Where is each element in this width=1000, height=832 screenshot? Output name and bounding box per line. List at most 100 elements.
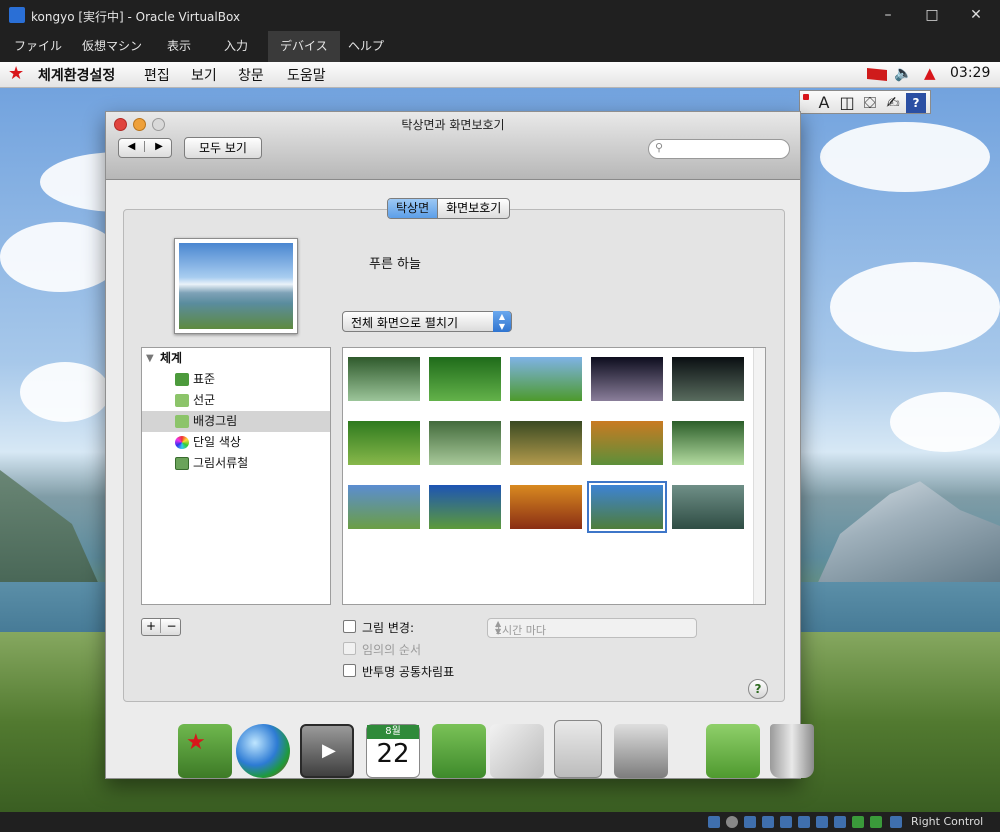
disclosure-triangle-icon[interactable]: ▼ (146, 348, 154, 369)
dock: ★ ▶ 8월 22 (170, 720, 820, 784)
host-menu-view[interactable]: 表示 (155, 31, 203, 62)
video-player-icon[interactable]: ▶ (300, 724, 354, 778)
wallpaper-thumbnail-green-field[interactable] (510, 357, 582, 401)
show-all-button[interactable]: 모두 보기 (184, 137, 262, 159)
address-book-icon[interactable] (432, 724, 486, 778)
source-item-solid-colors[interactable]: 단일 색상 (142, 432, 330, 453)
shared-folders-icon (798, 816, 810, 828)
host-menu-machine[interactable]: 仮想マシン (70, 31, 154, 62)
wallpaper-thumbnail-green-rays[interactable] (429, 357, 501, 401)
window-toolbar: 탁상면과 화면보호기 ◀ ▶ 모두 보기 ⚲ (106, 112, 800, 180)
folder-icon (175, 394, 189, 407)
change-picture-checkbox[interactable] (343, 620, 356, 633)
network-icon (762, 816, 774, 828)
translucent-menu-checkbox[interactable] (343, 664, 356, 677)
globe-icon[interactable] (236, 724, 290, 778)
host-menu-file[interactable]: ファイル (2, 31, 74, 62)
menu-window[interactable]: 창문 (238, 65, 264, 85)
system-tools-icon[interactable] (614, 724, 668, 778)
wallpaper-thumbnail-flower-meadow[interactable] (348, 485, 420, 529)
guest-screen: ★ 체계환경설정 편집 보기 창문 도움말 🔈 ▲ 03:29 A ◫ ⛋ ✍ … (0, 62, 1000, 812)
grid-scrollbar[interactable] (753, 348, 765, 604)
display-icon (816, 816, 828, 828)
fill-mode-select[interactable]: 전체 화면으로 펼치기 ▲ ▼ (342, 311, 512, 332)
preview-icon[interactable] (490, 724, 544, 778)
wallpaper-thumbnail-blue-sky-meadow[interactable] (429, 485, 501, 529)
wallpaper-thumbnail-bamboo[interactable] (429, 421, 501, 465)
wallpaper-thumbnail-forest-path[interactable] (348, 421, 420, 465)
source-list: ▼ 체계 표준 선군 배경그림 단일 색상 그림서류철 (141, 347, 331, 605)
virtualbox-app-icon (9, 7, 25, 23)
ime-mode-icon[interactable]: A (814, 93, 834, 113)
wallpaper-thumbnail-sunset-mountains[interactable] (510, 485, 582, 529)
host-menu-help[interactable]: ヘルプ (336, 31, 396, 62)
wallpaper-thumbnail-galaxy-1[interactable] (591, 357, 663, 401)
tab-screensaver[interactable]: 화면보호기 (438, 199, 509, 218)
wallpaper-grid (342, 347, 766, 605)
interval-select[interactable]: 1시간 마다 ▲ ▼ (487, 618, 697, 638)
clock[interactable]: 03:29 (950, 65, 990, 81)
menu-edit[interactable]: 편집 (144, 65, 170, 85)
help-button[interactable]: ? (748, 679, 768, 699)
wallpaper-thumbnail-blue-sky-lake[interactable] (587, 481, 667, 533)
ime-pad-icon[interactable]: ✍ (883, 93, 903, 113)
ime-dictionary-icon[interactable]: ⛋ (860, 93, 880, 113)
cloud (890, 392, 1000, 452)
wallpaper-thumbnail-bokeh-green[interactable] (348, 357, 420, 401)
source-group-header[interactable]: ▼ 체계 (142, 348, 330, 369)
flame-icon[interactable]: ▲ (924, 64, 936, 82)
hard-disk-icon (708, 816, 720, 828)
maximize-icon[interactable]: □ (912, 4, 952, 26)
source-item-standard[interactable]: 표준 (142, 369, 330, 390)
green-folder-icon[interactable] (706, 724, 760, 778)
menu-view[interactable]: 보기 (191, 65, 217, 85)
cloud (20, 362, 110, 422)
keyboard-icon (890, 816, 902, 828)
ime-help-icon[interactable]: ? (906, 93, 926, 113)
back-button[interactable]: ◀ (119, 141, 145, 152)
random-order-checkbox[interactable] (343, 642, 356, 655)
random-order-label: 임의의 순서 (362, 643, 422, 657)
usb-icon (780, 816, 792, 828)
wallpaper-thumbnail-galaxy-2[interactable] (672, 357, 744, 401)
source-item-photo-album[interactable]: 그림서류철 (142, 453, 330, 474)
star-menu-icon[interactable]: ★ (8, 63, 24, 84)
calculator-icon[interactable] (554, 720, 602, 778)
host-menu-devices[interactable]: デバイス (268, 31, 340, 62)
source-item-songun[interactable]: 선군 (142, 390, 330, 411)
minimize-icon[interactable]: – (868, 4, 908, 26)
forward-button[interactable]: ▶ (146, 141, 172, 152)
wallpaper-preview (174, 238, 298, 334)
source-item-label: 단일 색상 (193, 435, 241, 449)
wallpaper-thumbnail-green-swirl[interactable] (672, 421, 744, 465)
fill-mode-value: 전체 화면으로 펼치기 (351, 316, 458, 330)
optical-drive-icon (726, 816, 738, 828)
cloud (830, 262, 1000, 352)
search-field[interactable]: ⚲ (648, 139, 790, 159)
speaker-icon[interactable]: 🔈 (894, 64, 913, 82)
close-icon[interactable]: ✕ (956, 4, 996, 26)
tab-desktop[interactable]: 탁상면 (388, 199, 439, 218)
input-method-toolbar: A ◫ ⛋ ✍ ? (799, 90, 931, 114)
source-item-backgrounds[interactable]: 배경그림 (142, 411, 330, 432)
host-key-label: Right Control (911, 815, 984, 828)
wallpaper-thumbnail-autumn-park[interactable] (591, 421, 663, 465)
menu-app-name[interactable]: 체계환경설정 (38, 65, 115, 85)
flag-icon[interactable] (867, 68, 887, 81)
guest-menu-bar: ★ 체계환경설정 편집 보기 창문 도움말 🔈 ▲ 03:29 (0, 62, 1000, 88)
host-window-title: kongyo [実行中] - Oracle VirtualBox (31, 10, 241, 24)
remove-source-button[interactable]: − (162, 619, 181, 633)
menu-help[interactable]: 도움말 (287, 65, 326, 85)
wallpaper-thumbnail-forest-trunks[interactable] (510, 421, 582, 465)
ime-width-icon[interactable]: ◫ (837, 93, 857, 113)
wallpaper-thumbnail-misty-fjord[interactable] (672, 485, 744, 529)
change-picture-label: 그림 변경: (362, 621, 415, 635)
notes-star-icon[interactable]: ★ (178, 724, 232, 778)
trash-icon[interactable] (770, 724, 814, 778)
calendar-day: 22 (376, 739, 410, 769)
host-menu-input[interactable]: 入力 (212, 31, 260, 62)
color-wheel-icon (175, 436, 189, 449)
add-source-button[interactable]: + (142, 619, 161, 633)
calendar-icon[interactable]: 8월 22 (366, 724, 420, 778)
source-item-label: 그림서류철 (193, 456, 249, 470)
